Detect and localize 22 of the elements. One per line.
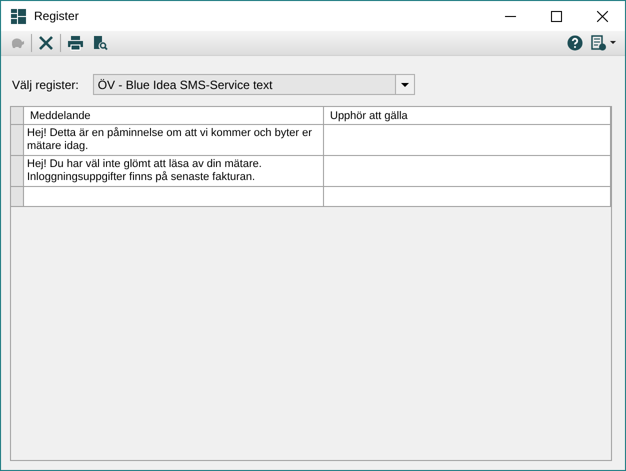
app-icon: [11, 8, 26, 24]
piggy-bank-icon: [9, 36, 25, 50]
help-icon: [567, 35, 583, 51]
delete-icon: [38, 35, 54, 51]
close-icon: [596, 10, 608, 22]
help-button[interactable]: [565, 33, 585, 53]
document-info-icon: [591, 35, 617, 51]
register-dropdown[interactable]: ÖV - Blue Idea SMS-Service text: [92, 74, 415, 95]
print-icon: [67, 35, 84, 51]
window-title: Register: [34, 9, 80, 23]
table-cell: Hej! Du har väl inte glömt att läsa av din mätare. Inloggningsuppgifter finns på senaste fakturan.: [24, 156, 324, 187]
register-label: Välj register:: [12, 78, 79, 92]
column-header[interactable]: Upphör att gälla: [324, 107, 611, 125]
dropdown-arrow-icon: [400, 82, 409, 86]
print-button[interactable]: [65, 33, 86, 53]
new-row-cell[interactable]: [324, 187, 611, 207]
maximize-icon: [550, 10, 562, 22]
info-menu-button[interactable]: [589, 33, 619, 53]
column-header[interactable]: Meddelande: [24, 107, 324, 125]
print-preview-icon: [92, 35, 108, 51]
new-row-cell[interactable]: [24, 187, 324, 207]
table-cell: Hej! Detta är en påminnelse om att vi kommer och byter er mätare idag.: [24, 125, 324, 156]
